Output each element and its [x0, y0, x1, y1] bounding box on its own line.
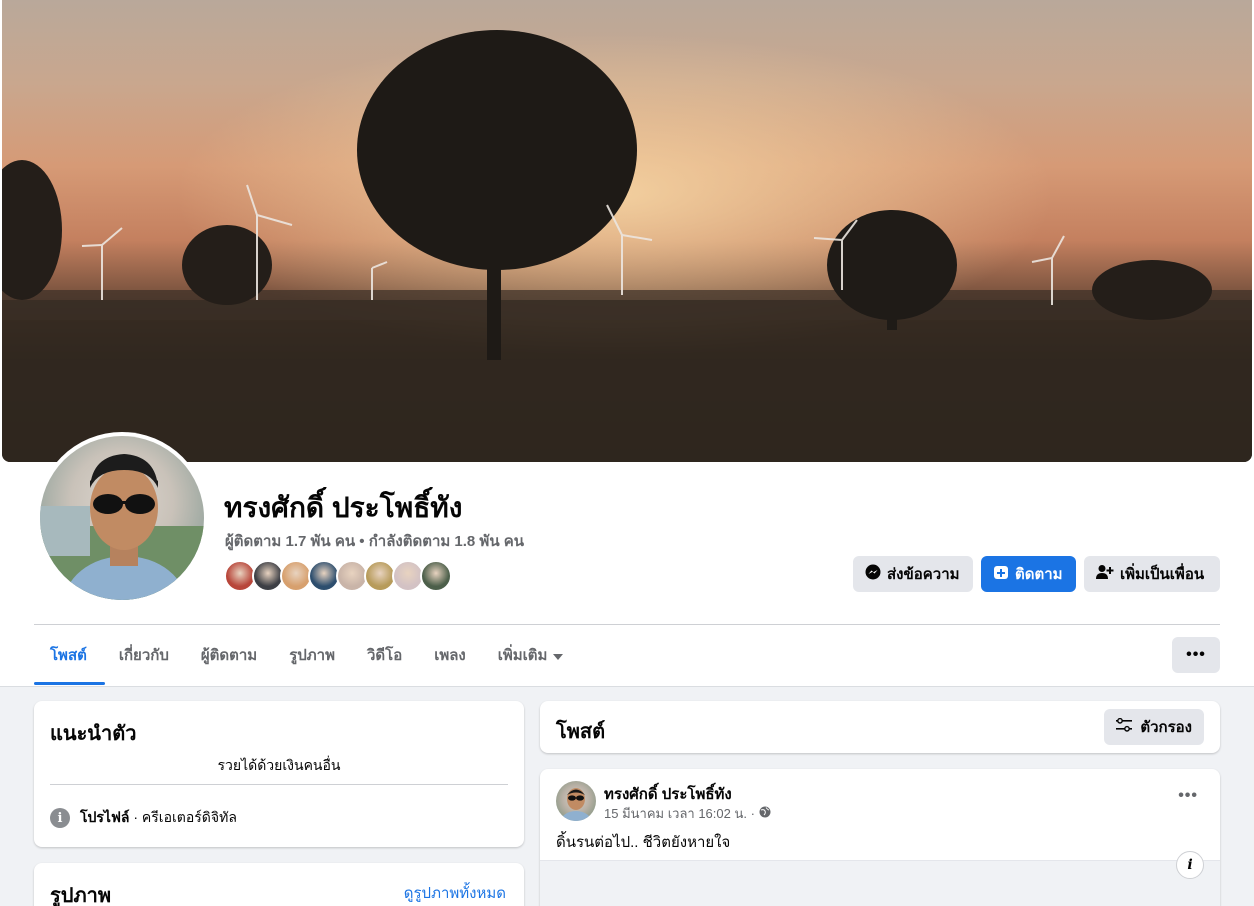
filter-sliders-icon [1116, 717, 1133, 736]
profile-photo [40, 436, 204, 600]
follower-stats[interactable]: ผู้ติดตาม 1.7 พัน คน • กำลังติดตาม 1.8 พ… [225, 529, 524, 553]
post-author-avatar[interactable] [556, 781, 596, 821]
add-friend-label: เพิ่มเป็นเพื่อน [1120, 566, 1205, 583]
add-friend-icon [1096, 564, 1114, 584]
tab-label: วิดีโอ [366, 647, 403, 664]
tab-label: ผู้ติดตาม [200, 647, 258, 664]
posts-title: โพสต์ [556, 721, 606, 743]
tab-label: เพลง [434, 647, 466, 664]
info-icon: i [50, 808, 70, 828]
info-i-icon[interactable]: i [1176, 851, 1204, 879]
tab-photos[interactable]: รูปภาพ [273, 637, 351, 673]
intro-divider [50, 784, 508, 785]
follow-plus-icon [993, 564, 1009, 584]
intro-title: แนะนำตัว [50, 723, 137, 745]
profile-category-value: · ครีเอเตอร์ดิจิทัล [129, 809, 237, 825]
tab-posts[interactable]: โพสต์ [34, 637, 103, 673]
tab-label: รูปภาพ [289, 647, 335, 664]
tab-followers[interactable]: ผู้ติดตาม [185, 637, 273, 673]
tab-more[interactable]: เพิ่มเติม [482, 637, 580, 673]
tab-videos[interactable]: วิดีโอ [351, 637, 418, 673]
follow-button-label: ติดตาม [1015, 566, 1063, 583]
posts-header-card: โพสต์ ตัวกรอง [540, 701, 1220, 753]
tab-music[interactable]: เพลง [418, 637, 482, 673]
filter-label: ตัวกรอง [1140, 719, 1192, 736]
tab-about[interactable]: เกี่ยวกับ [103, 637, 185, 673]
profile-avatar[interactable] [36, 432, 208, 604]
tab-label: เพิ่มเติม [497, 647, 548, 664]
caret-down-icon [553, 647, 564, 664]
photos-title: รูปภาพ [50, 885, 112, 906]
header-divider [34, 624, 1220, 625]
intro-bio: รวยได้ด้วยเงินคนอื่น [217, 757, 341, 773]
see-all-photos-link[interactable]: ดูรูปภาพทั้งหมด [404, 881, 506, 905]
add-friend-button[interactable]: เพิ่มเป็นเพื่อน [1084, 556, 1220, 592]
message-button[interactable]: ส่งข้อความ [853, 556, 973, 592]
more-options-button[interactable]: ••• [1172, 637, 1220, 673]
mutual-friend-avatar[interactable] [420, 560, 452, 592]
message-button-label: ส่งข้อความ [887, 566, 960, 583]
profile-name: ทรงศักดิ์ ประโพธิ์ทัง [224, 492, 463, 523]
post-media[interactable] [540, 860, 1220, 906]
post-meta: 15 มีนาคม เวลา 16:02 น. · [604, 803, 771, 824]
filter-button[interactable]: ตัวกรอง [1104, 709, 1204, 745]
more-dots-icon: ••• [1186, 646, 1206, 663]
tab-label: โพสต์ [50, 647, 87, 664]
post-menu-icon[interactable]: ••• [1178, 787, 1198, 805]
messenger-icon [865, 564, 881, 584]
tab-label: เกี่ยวกับ [118, 647, 169, 664]
mutual-friends-avatars[interactable] [224, 560, 452, 592]
cover-photo[interactable] [2, 0, 1252, 462]
photos-card: รูปภาพ ดูรูปภาพทั้งหมด [34, 863, 524, 906]
globe-icon [759, 806, 771, 821]
profile-tabs: โพสต์ เกี่ยวกับ ผู้ติดตาม รูปภาพ วิดีโอ … [34, 637, 579, 685]
post-timestamp[interactable]: 15 มีนาคม เวลา 16:02 น. · [604, 803, 755, 824]
follow-button[interactable]: ติดตาม [981, 556, 1076, 592]
profile-category-label: โปรไฟล์ [80, 809, 130, 825]
post-card: ทรงศักดิ์ ประโพธิ์ทัง 15 มีนาคม เวลา 16:… [540, 769, 1220, 906]
intro-card: แนะนำตัว รวยได้ด้วยเงินคนอื่น i โปรไฟล์ … [34, 701, 524, 847]
profile-photo-image [40, 454, 204, 600]
post-text: ดิ้นรนต่อไป.. ชีวิตยังหายใจ [556, 834, 731, 851]
cover-landscape-image [2, 0, 1252, 462]
active-tab-indicator [34, 682, 105, 685]
profile-category-row: i โปรไฟล์ · ครีเอเตอร์ดิจิทัล [50, 807, 237, 829]
